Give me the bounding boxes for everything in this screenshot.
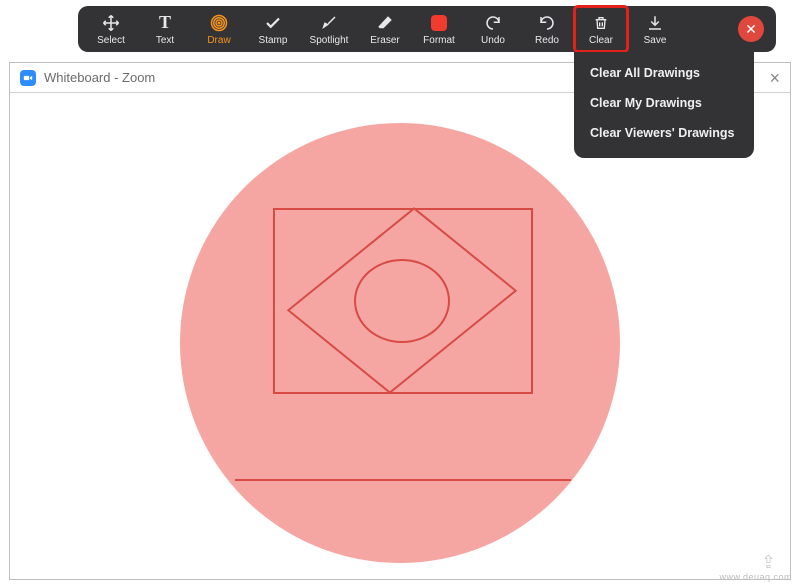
tool-label: Eraser xyxy=(370,35,399,46)
tool-label: Undo xyxy=(481,35,505,46)
share-icon[interactable]: ⇪ xyxy=(761,552,776,573)
tool-label: Text xyxy=(156,35,174,46)
spotlight-tool[interactable]: Spotlight xyxy=(300,6,358,52)
tool-label: Stamp xyxy=(259,35,288,46)
download-icon xyxy=(646,13,664,33)
window-title: Whiteboard - Zoom xyxy=(44,70,155,85)
tool-label: Clear xyxy=(589,35,613,46)
eraser-icon xyxy=(376,13,394,33)
draw-tool[interactable]: Draw xyxy=(192,6,246,52)
select-tool[interactable]: Select xyxy=(84,6,138,52)
watermark-text: www.deuaq.com xyxy=(719,572,792,582)
tool-label: Select xyxy=(97,35,125,46)
drawn-line xyxy=(235,479,571,481)
clear-dropdown-menu: Clear All Drawings Clear My Drawings Cle… xyxy=(574,52,754,158)
annotation-toolbar: Select T Text Draw Stamp Spotlight Erase… xyxy=(78,6,776,52)
draw-icon xyxy=(210,13,228,33)
text-tool[interactable]: T Text xyxy=(138,6,192,52)
move-icon xyxy=(102,13,120,33)
drawn-ellipse xyxy=(354,259,450,343)
undo-icon xyxy=(484,13,502,33)
tool-label: Save xyxy=(644,35,667,46)
clear-viewers-drawings[interactable]: Clear Viewers' Drawings xyxy=(574,118,754,148)
stamp-tool[interactable]: Stamp xyxy=(246,6,300,52)
save-button[interactable]: Save xyxy=(628,6,682,52)
clear-my-drawings[interactable]: Clear My Drawings xyxy=(574,88,754,118)
undo-button[interactable]: Undo xyxy=(466,6,520,52)
trash-icon xyxy=(593,13,609,33)
format-tool[interactable]: Format xyxy=(412,6,466,52)
redo-button[interactable]: Redo xyxy=(520,6,574,52)
tool-label: Spotlight xyxy=(310,35,349,46)
close-toolbar-button[interactable]: ✕ xyxy=(738,16,764,42)
tool-label: Format xyxy=(423,35,455,46)
spotlight-icon xyxy=(320,13,338,33)
zoom-app-icon xyxy=(20,70,36,86)
text-icon: T xyxy=(159,13,171,33)
format-swatch-icon xyxy=(431,13,447,33)
redo-icon xyxy=(538,13,556,33)
clear-button[interactable]: Clear xyxy=(574,6,628,52)
eraser-tool[interactable]: Eraser xyxy=(358,6,412,52)
close-icon: ✕ xyxy=(745,21,757,38)
check-icon xyxy=(264,13,282,33)
tool-label: Draw xyxy=(207,35,230,46)
window-close-button[interactable]: × xyxy=(769,69,780,87)
whiteboard-canvas[interactable]: ⇪ xyxy=(10,93,790,579)
tool-label: Redo xyxy=(535,35,559,46)
clear-all-drawings[interactable]: Clear All Drawings xyxy=(574,58,754,88)
